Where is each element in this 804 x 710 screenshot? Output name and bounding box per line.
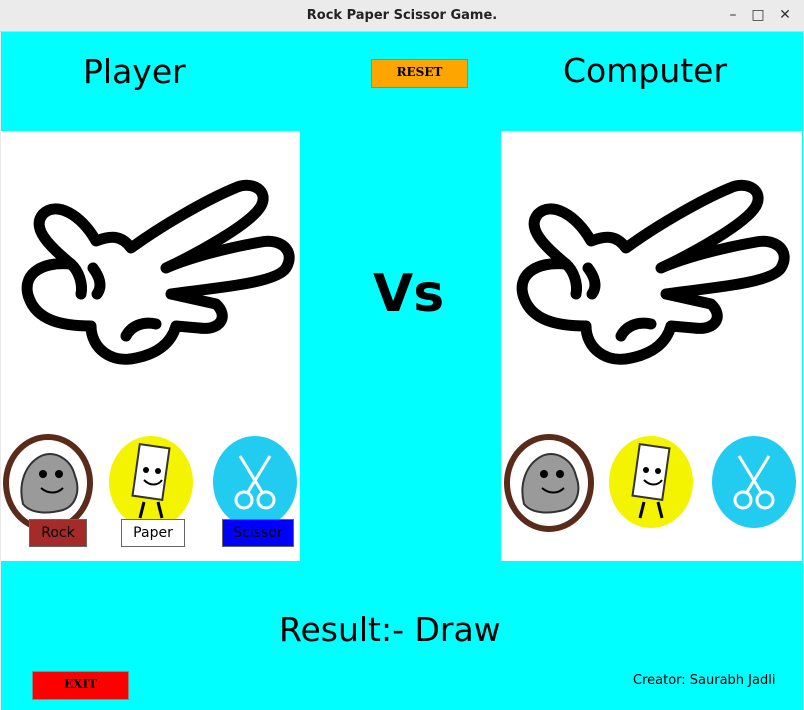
scissor-hand-icon [516, 179, 790, 365]
exit-button[interactable]: EXIT [32, 671, 129, 700]
rock-choice-icon[interactable] [3, 434, 93, 532]
scissor-hand-icon [21, 179, 295, 365]
creator-credit: Creator: Saurabh Jadli [633, 673, 776, 688]
rock-choice-icon [504, 434, 594, 532]
player-label: Player [83, 52, 186, 91]
window-titlebar: Rock Paper Scissor Game. – □ ✕ [0, 0, 804, 32]
scissor-choice-icon [712, 436, 796, 528]
reset-button[interactable]: RESET [371, 59, 468, 88]
scissor-choice-icon[interactable] [212, 434, 298, 530]
minimize-button[interactable]: – [724, 6, 742, 24]
result-text: Result:- Draw [279, 610, 501, 649]
paper-choice-icon[interactable] [108, 434, 194, 530]
player-panel: Rock Paper Scissor [1, 131, 300, 561]
rock-button[interactable]: Rock [29, 519, 87, 547]
game-window: Player Computer RESET Rock Paper Scissor… [1, 32, 803, 710]
close-button[interactable]: ✕ [776, 6, 794, 24]
maximize-button[interactable]: □ [749, 6, 767, 24]
vs-label: Vs [373, 264, 445, 324]
paper-button[interactable]: Paper [121, 519, 185, 547]
window-title: Rock Paper Scissor Game. [306, 8, 498, 23]
computer-panel [501, 131, 802, 561]
computer-label: Computer [563, 51, 728, 90]
paper-choice-icon [609, 436, 693, 528]
scissor-button[interactable]: Scissor [222, 519, 294, 547]
